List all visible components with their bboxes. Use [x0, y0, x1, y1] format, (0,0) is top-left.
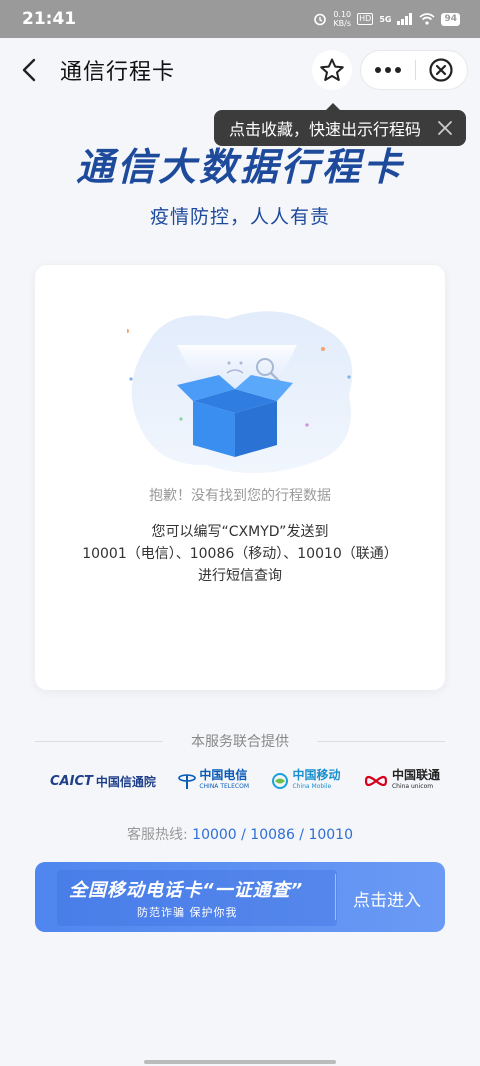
- signal-icon: [397, 13, 413, 25]
- alarm-icon: [313, 12, 327, 26]
- instruction-line-1: 您可以编写“CXMYD”发送到: [151, 524, 329, 540]
- mobile-icon: [272, 773, 289, 789]
- status-bar: 21:41 0.10 KB/s HD 5G 94: [0, 0, 480, 38]
- network-type: 5G: [379, 14, 392, 24]
- caict-logo: CAICT 中国信通院: [50, 773, 156, 790]
- speed-unit: KB/s: [333, 19, 352, 28]
- unicom-name: 中国联通: [391, 768, 440, 782]
- status-time: 21:41: [22, 9, 77, 29]
- instruction-line-3: 进行短信查询: [198, 568, 282, 584]
- chevron-left-icon: [22, 58, 36, 82]
- hero-title: 通信大数据行程卡: [75, 145, 404, 189]
- mobile-en: China Mobile: [292, 783, 332, 790]
- result-card: 抱歉！没有找到您的行程数据 您可以编写“CXMYD”发送到 10001（电信）、…: [35, 265, 445, 690]
- close-circle-icon: [429, 58, 453, 82]
- telecom-logo: 中国电信 CHINA TELECOM: [178, 768, 249, 792]
- mobile-logo: 中国移动 China Mobile: [271, 768, 341, 792]
- back-button[interactable]: [16, 56, 44, 84]
- more-icon: [374, 67, 401, 73]
- provider-logos: CAICT 中国信通院 中国电信 CHINA TELECOM 中国移动 Chin…: [50, 766, 440, 796]
- more-button[interactable]: [361, 50, 415, 90]
- id-check-banner[interactable]: 全国移动电话卡“一证通查” 防范诈骗 保护你我 点击进入: [35, 862, 445, 932]
- star-icon: [320, 58, 344, 81]
- divider-line-right: [317, 740, 445, 742]
- empty-box-illustration: [127, 311, 353, 474]
- nav-bar: 通信行程卡: [0, 38, 480, 102]
- provider-divider: 本服务联合提供: [35, 730, 445, 752]
- divider-line-left: [35, 740, 163, 742]
- unicom-logo: 中国联通 China unicom: [363, 768, 440, 792]
- banner-divider: [335, 874, 336, 920]
- hero-subtitle: 疫情防控，人人有责: [149, 206, 330, 228]
- caict-name: 中国信通院: [95, 774, 156, 789]
- battery-indicator: 94: [441, 12, 460, 26]
- hotline: 客服热线: 10000 / 10086 / 10010: [0, 824, 480, 844]
- unicom-icon: [364, 775, 388, 787]
- favorite-button[interactable]: [312, 50, 352, 90]
- mini-program-capsule: [360, 50, 468, 90]
- instruction-line-2: 10001（电信）、10086（移动）、10010（联通）: [82, 546, 398, 562]
- wifi-icon: [419, 13, 435, 25]
- provider-label: 本服务联合提供: [191, 734, 289, 750]
- status-icons: 0.10 KB/s HD 5G 94: [313, 10, 460, 28]
- home-indicator[interactable]: [144, 1060, 336, 1064]
- tooltip-close-icon[interactable]: [436, 119, 454, 137]
- enter-button[interactable]: 点击进入: [353, 886, 421, 911]
- caict-abbr: CAICT: [50, 773, 93, 789]
- speed-value: 0.10: [333, 10, 352, 19]
- unicom-en: China unicom: [391, 783, 434, 790]
- telecom-name: 中国电信: [199, 768, 248, 782]
- banner-subtitle: 防范诈骗 保护你我: [137, 906, 238, 919]
- page-title: 通信行程卡: [60, 60, 176, 85]
- telecom-icon: [178, 774, 197, 789]
- network-speed: 0.10 KB/s: [333, 10, 351, 28]
- hotline-label: 客服热线:: [126, 827, 188, 843]
- hotline-numbers[interactable]: 10000 / 10086 / 10010: [192, 827, 353, 843]
- no-data-message: 抱歉！没有找到您的行程数据: [149, 488, 331, 504]
- mobile-name: 中国移动: [292, 768, 341, 782]
- banner-title: 全国移动电话卡“一证通查”: [69, 880, 304, 901]
- telecom-en: CHINA TELECOM: [199, 783, 249, 790]
- hd-badge: HD: [357, 13, 374, 25]
- exit-button[interactable]: [415, 50, 467, 90]
